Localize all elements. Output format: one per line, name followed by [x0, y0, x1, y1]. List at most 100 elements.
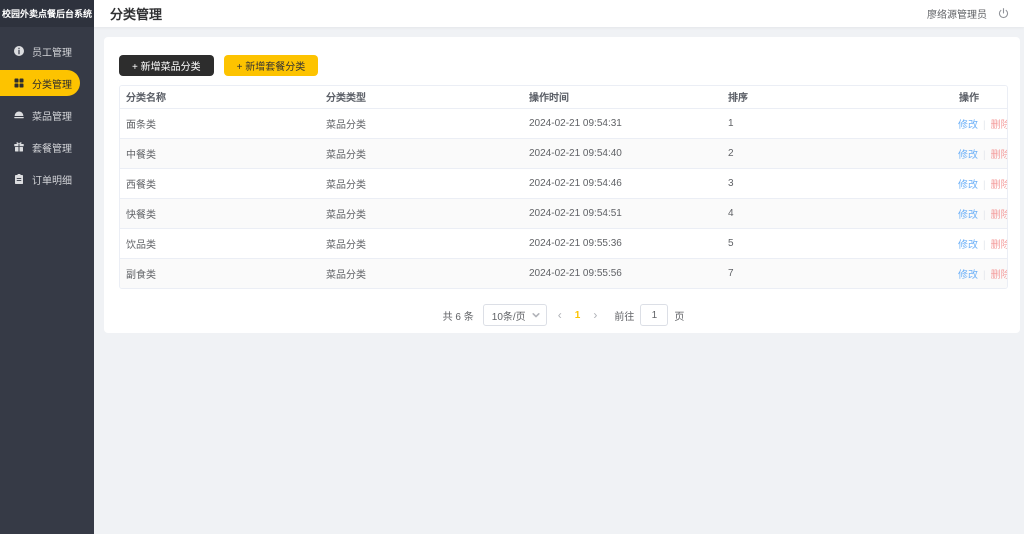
edit-link[interactable]: 修改: [958, 270, 978, 281]
sidebar-item-label: 套餐管理: [32, 140, 72, 155]
table-body: 面条类 菜品分类 2024-02-21 09:54:31 1 修改|删除 中餐类…: [120, 108, 1007, 288]
goto-suffix-label: 页: [674, 308, 684, 323]
cell-operate-time: 2024-02-21 09:55:56: [523, 258, 722, 288]
total-count-label: 共 6 条: [443, 308, 474, 323]
pagination: 共 6 条 10条/页 ‹ 1 › 前往 页: [119, 304, 1008, 326]
sidebar-item-employee[interactable]: 员工管理: [0, 35, 94, 67]
action-separator: |: [983, 120, 986, 131]
sidebar-item-dish[interactable]: 菜品管理: [0, 99, 94, 131]
sidebar-nav: 员工管理 分类管理 菜品管理 套餐管理: [0, 35, 94, 195]
cell-category-type: 菜品分类: [320, 258, 523, 288]
table-row: 中餐类 菜品分类 2024-02-21 09:54:40 2 修改|删除: [120, 138, 1007, 168]
combo-gift-icon: [13, 141, 25, 153]
user-area: 廖络源管理员: [927, 6, 1010, 21]
table-header: 分类名称 分类类型 操作时间 排序 操作: [120, 86, 1007, 108]
edit-link[interactable]: 修改: [958, 120, 978, 131]
cell-operate-time: 2024-02-21 09:54:51: [523, 198, 722, 228]
cell-operate-time: 2024-02-21 09:55:36: [523, 228, 722, 258]
edit-link[interactable]: 修改: [958, 150, 978, 161]
goto-page-input[interactable]: [640, 304, 668, 326]
add-combo-category-button[interactable]: + 新增套餐分类: [224, 55, 319, 76]
cell-category-name: 副食类: [120, 258, 320, 288]
cell-category-type: 菜品分类: [320, 108, 523, 138]
app-window: 校园外卖点餐后台系统 员工管理 分类管理 菜品管理: [0, 0, 1024, 534]
cell-sort: 2: [722, 138, 952, 168]
app-logo-title: 校园外卖点餐后台系统: [0, 0, 94, 27]
table-row: 西餐类 菜品分类 2024-02-21 09:54:46 3 修改 | 删除: [120, 168, 1007, 198]
page-size-value: 10条/页: [492, 308, 526, 323]
sidebar-item-label: 订单明细: [32, 172, 72, 187]
employee-info-icon: [13, 45, 25, 57]
delete-link[interactable]: 删除: [991, 270, 1008, 281]
top-header: 分类管理 廖络源管理员: [94, 0, 1024, 27]
dish-cloche-icon: [13, 109, 25, 121]
cell-category-type: 菜品分类: [320, 138, 523, 168]
cell-actions: 修改 | 删除: [952, 168, 1007, 198]
cell-sort: 1: [722, 108, 952, 138]
cell-category-name: 饮品类: [120, 228, 320, 258]
cell-actions: 修改 | 删除: [952, 258, 1007, 288]
table-row: 面条类 菜品分类 2024-02-21 09:54:31 1 修改 | 删除: [120, 108, 1007, 138]
category-table: 分类名称 分类类型 操作时间 排序 操作 面条类 菜品分类 2024-02-21…: [119, 85, 1008, 289]
cell-actions: 修改 | 删除: [952, 138, 1007, 168]
goto-label: 前往: [614, 308, 634, 323]
delete-link[interactable]: 删除: [991, 210, 1008, 221]
delete-link[interactable]: 删除: [991, 240, 1008, 251]
cell-category-name: 面条类: [120, 108, 320, 138]
sidebar: 校园外卖点餐后台系统 员工管理 分类管理 菜品管理: [0, 0, 94, 534]
page-title: 分类管理: [110, 4, 162, 23]
cell-sort: 7: [722, 258, 952, 288]
action-separator: |: [983, 270, 986, 281]
action-separator: |: [983, 240, 986, 251]
cell-operate-time: 2024-02-21 09:54:31: [523, 108, 722, 138]
cell-category-name: 西餐类: [120, 168, 320, 198]
prev-page-button[interactable]: ‹: [556, 308, 564, 322]
delete-link[interactable]: 删除: [991, 180, 1008, 191]
delete-link[interactable]: 删除: [991, 120, 1008, 131]
page-number-1[interactable]: 1: [573, 310, 583, 321]
add-dish-category-button[interactable]: + 新增菜品分类: [119, 55, 214, 76]
sidebar-item-label: 员工管理: [32, 44, 72, 59]
edit-link[interactable]: 修改: [958, 210, 978, 221]
cell-actions: 修改 | 删除: [952, 108, 1007, 138]
power-icon[interactable]: [997, 7, 1010, 20]
cell-actions: 修改 | 删除: [952, 198, 1007, 228]
action-separator: |: [983, 180, 986, 191]
cell-sort: 3: [722, 168, 952, 198]
order-clipboard-icon: [13, 173, 25, 185]
cell-category-name: 快餐类: [120, 198, 320, 228]
next-page-button[interactable]: ›: [591, 308, 599, 322]
cell-sort: 4: [722, 198, 952, 228]
col-sort: 排序: [722, 86, 952, 108]
sidebar-item-label: 菜品管理: [32, 108, 72, 123]
cell-actions: 修改 | 删除: [952, 228, 1007, 258]
delete-link[interactable]: 删除: [991, 150, 1008, 161]
username-label: 廖络源管理员: [927, 6, 987, 21]
col-operate-time: 操作时间: [523, 86, 722, 108]
action-separator: |: [983, 210, 986, 221]
category-grid-icon: [13, 77, 25, 89]
edit-link[interactable]: 修改: [958, 240, 978, 251]
goto-page-group: 前往 页: [614, 304, 684, 326]
table-row: 饮品类 菜品分类 2024-02-21 09:55:36 5 修改|删除: [120, 228, 1007, 258]
sidebar-item-orders[interactable]: 订单明细: [0, 163, 94, 195]
cell-operate-time: 2024-02-21 09:54:46: [523, 168, 722, 198]
chevron-down-icon: [532, 311, 540, 319]
content-area: + 新增菜品分类 + 新增套餐分类 分类名称 分类类型 操作时间 排序 操作: [94, 27, 1024, 534]
col-category-type: 分类类型: [320, 86, 523, 108]
sidebar-item-combo[interactable]: 套餐管理: [0, 131, 94, 163]
table-row: 副食类 菜品分类 2024-02-21 09:55:56 7 修改 | 删除: [120, 258, 1007, 288]
cell-sort: 5: [722, 228, 952, 258]
col-category-name: 分类名称: [120, 86, 320, 108]
table-row: 快餐类 菜品分类 2024-02-21 09:54:51 4 修改|删除: [120, 198, 1007, 228]
category-card: + 新增菜品分类 + 新增套餐分类 分类名称 分类类型 操作时间 排序 操作: [104, 37, 1020, 333]
sidebar-item-label: 分类管理: [32, 76, 72, 91]
edit-link[interactable]: 修改: [958, 180, 978, 191]
sidebar-item-category[interactable]: 分类管理: [0, 70, 80, 96]
cell-category-type: 菜品分类: [320, 168, 523, 198]
action-separator: |: [983, 150, 986, 161]
page-size-select[interactable]: 10条/页: [483, 304, 547, 326]
col-actions: 操作: [952, 86, 1007, 108]
main-area: 分类管理 廖络源管理员 + 新增菜品分类 + 新增套餐分类: [94, 0, 1024, 534]
toolbar: + 新增菜品分类 + 新增套餐分类: [119, 55, 1008, 76]
